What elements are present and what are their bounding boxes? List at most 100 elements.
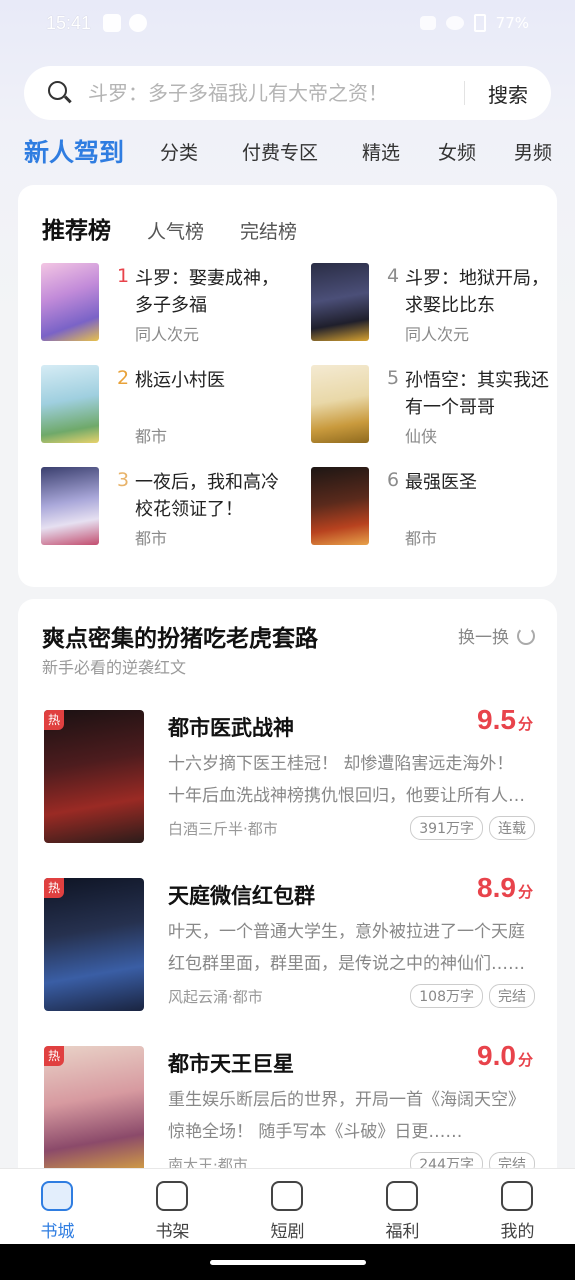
book-cover xyxy=(311,263,369,341)
rank-title: 最强医圣 xyxy=(405,472,477,493)
rank-title: 斗罗：地狱开局，求娶比比东 xyxy=(405,268,549,316)
search-input[interactable] xyxy=(88,81,464,105)
ranking-item[interactable]: 4 斗罗：地狱开局，求娶比比东 同人次元 xyxy=(311,263,551,344)
home-icon xyxy=(41,1181,73,1211)
tv-icon xyxy=(271,1181,303,1211)
status-bar: 15:41 77% xyxy=(0,0,575,46)
book-cover xyxy=(41,467,99,545)
book-item[interactable]: 热 都市医武战神 9.5 分 十六岁摘下医王桂冠！ 却惨遭陷害远走海外！ 十年后血… xyxy=(18,704,557,850)
tab-male[interactable]: 男频 xyxy=(514,138,552,165)
rank-genre: 同人次元 xyxy=(135,325,200,344)
system-nav-bar xyxy=(0,1244,575,1280)
rank-number: 6 xyxy=(387,469,400,491)
ranking-card: 推荐榜 人气榜 完结榜 1 斗罗：娶妻成神，多子多福 同人次元 2 桃运小村医 … xyxy=(18,185,557,587)
book-description: 重生娱乐断层后的世界，开局一首《海阔天空》惊艳全场！ 随手写本《斗破》日更…… xyxy=(168,1090,525,1142)
nav-label: 我的 xyxy=(500,1222,535,1242)
battery-icon xyxy=(473,14,486,32)
hot-badge: 热 xyxy=(44,710,64,730)
hot-badge: 热 xyxy=(44,1046,64,1066)
nav-label: 福利 xyxy=(385,1222,420,1242)
nav-label: 书城 xyxy=(40,1222,75,1242)
word-count-tag: 108万字 xyxy=(410,984,483,1008)
status-tag: 连载 xyxy=(489,816,535,840)
hot-badge: 热 xyxy=(44,878,64,898)
tab-newcomer[interactable]: 新人驾到 xyxy=(24,133,124,169)
section-title: 爽点密集的扮猪吃老虎套路 xyxy=(42,626,318,652)
nav-profile[interactable]: 我的 xyxy=(460,1169,575,1245)
tab-paid[interactable]: 付费专区 xyxy=(242,138,318,165)
book-cover xyxy=(311,365,369,443)
rank-title: 孙悟空：其实我还有一个哥哥 xyxy=(405,370,549,418)
book-description: 叶天，一个普通大学生，意外被拉进了一个天庭红包群里面，群里面，是传说之中的神仙们… xyxy=(168,922,525,974)
rank-genre: 都市 xyxy=(405,529,438,548)
tab-featured[interactable]: 精选 xyxy=(362,138,400,165)
tab-popular-rank[interactable]: 人气榜 xyxy=(147,217,204,244)
book-cover: 热 xyxy=(44,878,144,1011)
rank-genre: 仙侠 xyxy=(405,427,438,446)
word-count-tag: 391万字 xyxy=(410,816,483,840)
gift-icon xyxy=(386,1181,418,1211)
mail-notification-icon xyxy=(103,14,122,32)
search-icon xyxy=(48,81,72,105)
rank-genre: 都市 xyxy=(135,427,168,446)
rank-number: 3 xyxy=(117,469,130,491)
tab-category[interactable]: 分类 xyxy=(160,138,198,165)
search-bar[interactable]: 搜索 xyxy=(24,66,551,120)
battery-level: 77% xyxy=(495,14,529,32)
book-cover xyxy=(41,263,99,341)
book-cover: 热 xyxy=(44,710,144,843)
rank-number: 4 xyxy=(387,265,400,287)
home-indicator[interactable] xyxy=(210,1260,366,1265)
status-time: 15:41 xyxy=(46,12,92,33)
recommend-card: 爽点密集的扮猪吃老虎套路 新手必看的逆袭红文 换一换 热 都市医武战神 9.5 分… xyxy=(18,599,557,1199)
ranking-item[interactable]: 2 桃运小村医 都市 xyxy=(41,365,281,446)
rank-title: 一夜后，我和高冷校花领证了！ xyxy=(135,472,279,520)
book-item[interactable]: 热 都市天王巨星 9.0 分 重生娱乐断层后的世界，开局一首《海阔天空》惊艳全场！… xyxy=(18,1040,557,1186)
ranking-item[interactable]: 1 斗罗：娶妻成神，多子多福 同人次元 xyxy=(41,263,281,344)
book-description: 十六岁摘下医王桂冠！ 却惨遭陷害远走海外！ 十年后血洗战神榜携仇恨回归，他要让所… xyxy=(168,754,525,806)
book-title: 都市医武战神 xyxy=(168,716,294,740)
book-item[interactable]: 热 天庭微信红包群 8.9 分 叶天，一个普通大学生，意外被拉进了一个天庭红包群里… xyxy=(18,872,557,1018)
nav-welfare[interactable]: 福利 xyxy=(345,1169,460,1245)
tab-finished-rank[interactable]: 完结榜 xyxy=(240,217,297,244)
nav-shortdrama[interactable]: 短剧 xyxy=(230,1169,345,1245)
vibrate-icon xyxy=(419,16,436,30)
tab-recommend-rank[interactable]: 推荐榜 xyxy=(42,211,111,245)
refresh-button[interactable]: 换一换 xyxy=(458,623,535,648)
book-meta: 白酒三斤半·都市 xyxy=(168,820,278,838)
tab-female[interactable]: 女频 xyxy=(438,138,476,165)
book-cover xyxy=(311,467,369,545)
refresh-label: 换一换 xyxy=(458,628,509,648)
bottom-nav: 书城 书架 短剧 福利 我的 xyxy=(0,1168,575,1244)
wifi-icon xyxy=(445,16,464,30)
book-cover: 热 xyxy=(44,1046,144,1179)
category-tabs: 新人驾到 分类 付费专区 精选 女频 男频 xyxy=(0,128,575,174)
book-meta: 风起云涌·都市 xyxy=(168,988,263,1006)
rank-title: 斗罗：娶妻成神，多子多福 xyxy=(135,268,279,316)
search-button[interactable]: 搜索 xyxy=(465,79,551,108)
rank-genre: 都市 xyxy=(135,529,168,548)
nav-bookshelf[interactable]: 书架 xyxy=(115,1169,230,1245)
rank-genre: 同人次元 xyxy=(405,325,470,344)
ranking-item[interactable]: 6 最强医圣 都市 xyxy=(311,467,551,548)
status-tag: 完结 xyxy=(489,984,535,1008)
rank-number: 5 xyxy=(387,367,400,389)
ranking-item[interactable]: 5 孙悟空：其实我还有一个哥哥 仙侠 xyxy=(311,365,551,446)
book-score: 8.9 分 xyxy=(477,872,533,903)
nav-label: 短剧 xyxy=(270,1222,305,1242)
book-score: 9.5 分 xyxy=(477,704,533,735)
nav-bookstore[interactable]: 书城 xyxy=(0,1169,115,1245)
section-subtitle: 新手必看的逆袭红文 xyxy=(42,658,187,677)
book-cover xyxy=(41,365,99,443)
book-icon xyxy=(156,1181,188,1211)
ranking-item[interactable]: 3 一夜后，我和高冷校花领证了！ 都市 xyxy=(41,467,281,548)
rank-number: 2 xyxy=(117,367,130,389)
book-score: 9.0 分 xyxy=(477,1040,533,1071)
book-title: 天庭微信红包群 xyxy=(168,884,315,908)
nav-label: 书架 xyxy=(155,1222,190,1242)
rank-title: 桃运小村医 xyxy=(135,370,225,391)
ranking-tabs: 推荐榜 人气榜 完结榜 xyxy=(42,211,333,245)
profile-icon xyxy=(501,1181,533,1211)
rank-number: 1 xyxy=(117,265,130,287)
check-notification-icon xyxy=(129,14,148,32)
